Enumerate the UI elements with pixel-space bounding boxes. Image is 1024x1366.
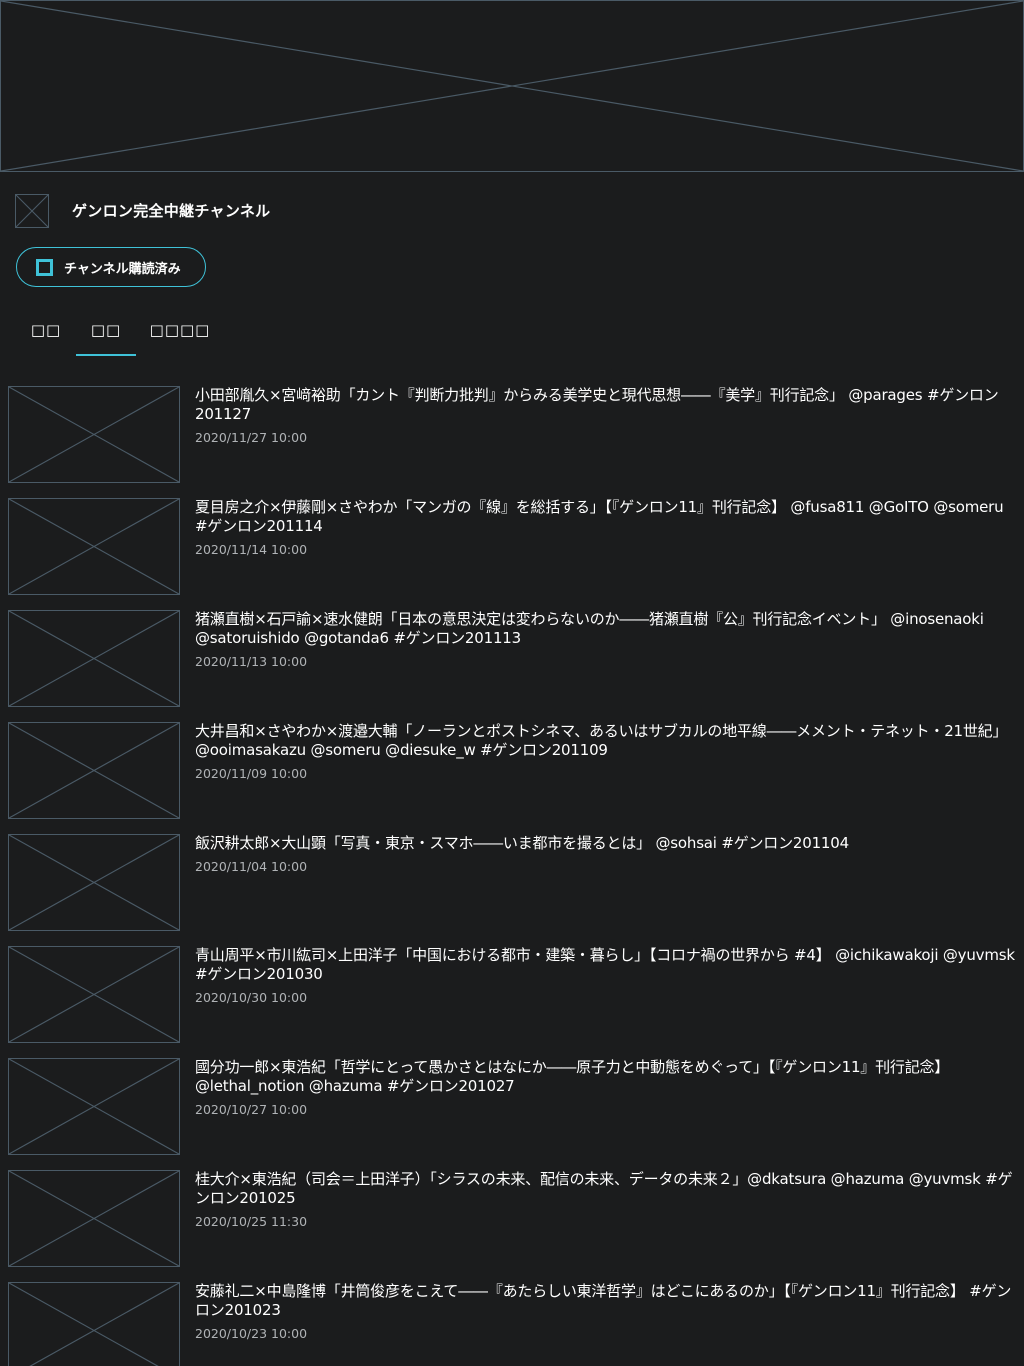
image-placeholder-icon [9,835,179,930]
video-date: 2020/10/23 10:00 [195,1326,308,1341]
video-thumbnail[interactable] [8,834,180,931]
video-list-item[interactable]: 大井昌和×さやわか×渡邉大輔「ノーランとポストシネマ、あるいはサブカルの地平線―… [0,722,1024,822]
subscribe-label: チャンネル購読済み [64,261,181,277]
video-date: 2020/11/04 10:00 [195,859,308,874]
image-placeholder-icon [9,1171,179,1266]
video-list-item[interactable]: 安藤礼二×中島隆博「井筒俊彦をこえて――『あたらしい東洋哲学』はどこにあるのか」… [0,1282,1024,1366]
video-title[interactable]: 國分功一郎×東浩紀「哲学にとって愚かさとはなにか――原子力と中動態をめぐって」【… [195,1058,1015,1096]
image-placeholder-icon [1,1,1023,171]
image-placeholder-icon [9,723,179,818]
video-date: 2020/10/30 10:00 [195,990,308,1005]
video-date: 2020/11/13 10:00 [195,654,308,669]
image-placeholder-icon [9,387,179,482]
video-list-item[interactable]: 青山周平×市川紘司×上田洋子「中国における都市・建築・暮らし」【コロナ禍の世界か… [0,946,1024,1046]
image-placeholder-icon [9,1059,179,1154]
video-title[interactable]: 桂大介×東浩紀（司会＝上田洋子）「シラスの未来、配信の未来、データの未来２」@d… [195,1170,1015,1208]
subscribe-button[interactable]: チャンネル購読済み [16,247,206,287]
video-thumbnail[interactable] [8,1170,180,1267]
video-list-item[interactable]: 猪瀬直樹×石戸諭×速水健朗「日本の意思決定は変わらないのか――猪瀬直樹『公』刊行… [0,610,1024,710]
video-thumbnail[interactable] [8,498,180,595]
channel-tabs: □□ □□ □□□□ [16,306,216,356]
video-date: 2020/10/25 11:30 [195,1214,308,1229]
video-thumbnail[interactable] [8,610,180,707]
video-list-item[interactable]: 國分功一郎×東浩紀「哲学にとって愚かさとはなにか――原子力と中動態をめぐって」【… [0,1058,1024,1158]
tab-3[interactable]: □□□□ [144,306,216,354]
video-title[interactable]: 青山周平×市川紘司×上田洋子「中国における都市・建築・暮らし」【コロナ禍の世界か… [195,946,1015,984]
tab-1[interactable]: □□ [20,306,72,354]
video-thumbnail[interactable] [8,946,180,1043]
video-thumbnail[interactable] [8,1282,180,1366]
video-title[interactable]: 大井昌和×さやわか×渡邉大輔「ノーランとポストシネマ、あるいはサブカルの地平線―… [195,722,1015,760]
image-placeholder-icon [9,1283,179,1366]
video-list-item[interactable]: 桂大介×東浩紀（司会＝上田洋子）「シラスの未来、配信の未来、データの未来２」@d… [0,1170,1024,1270]
video-thumbnail[interactable] [8,386,180,483]
video-title[interactable]: 安藤礼二×中島隆博「井筒俊彦をこえて――『あたらしい東洋哲学』はどこにあるのか」… [195,1282,1015,1320]
channel-page: ゲンロン完全中継チャンネル チャンネル購読済み □□ □□ □□□□ 小田部胤久… [0,0,1024,1366]
video-list-item[interactable]: 飯沢耕太郎×大山顕「写真・東京・スマホ――いま都市を撮るとは」 @sohsai … [0,834,1024,934]
video-thumbnail[interactable] [8,1058,180,1155]
video-title[interactable]: 飯沢耕太郎×大山顕「写真・東京・スマホ――いま都市を撮るとは」 @sohsai … [195,834,1015,853]
checkbox-icon [36,258,53,276]
video-date: 2020/11/09 10:00 [195,766,308,781]
tab-2[interactable]: □□ [76,306,136,356]
video-title[interactable]: 猪瀬直樹×石戸諭×速水健朗「日本の意思決定は変わらないのか――猪瀬直樹『公』刊行… [195,610,1015,648]
channel-banner-image [0,0,1024,172]
image-placeholder-icon [9,947,179,1042]
image-placeholder-icon [9,499,179,594]
video-date: 2020/10/27 10:00 [195,1102,308,1117]
image-placeholder-icon [16,195,48,227]
video-list-item[interactable]: 夏目房之介×伊藤剛×さやわか「マンガの『線』を総括する」【『ゲンロン11』刊行記… [0,498,1024,598]
channel-avatar [15,194,49,228]
video-date: 2020/11/27 10:00 [195,430,308,445]
video-title[interactable]: 夏目房之介×伊藤剛×さやわか「マンガの『線』を総括する」【『ゲンロン11』刊行記… [195,498,1015,536]
video-thumbnail[interactable] [8,722,180,819]
video-date: 2020/11/14 10:00 [195,542,308,557]
video-title[interactable]: 小田部胤久×宮﨑裕助「カント『判断力批判』からみる美学史と現代思想――『美学』刊… [195,386,1015,424]
video-list-item[interactable]: 小田部胤久×宮﨑裕助「カント『判断力批判』からみる美学史と現代思想――『美学』刊… [0,386,1024,486]
image-placeholder-icon [9,611,179,706]
channel-title: ゲンロン完全中継チャンネル [72,202,271,220]
